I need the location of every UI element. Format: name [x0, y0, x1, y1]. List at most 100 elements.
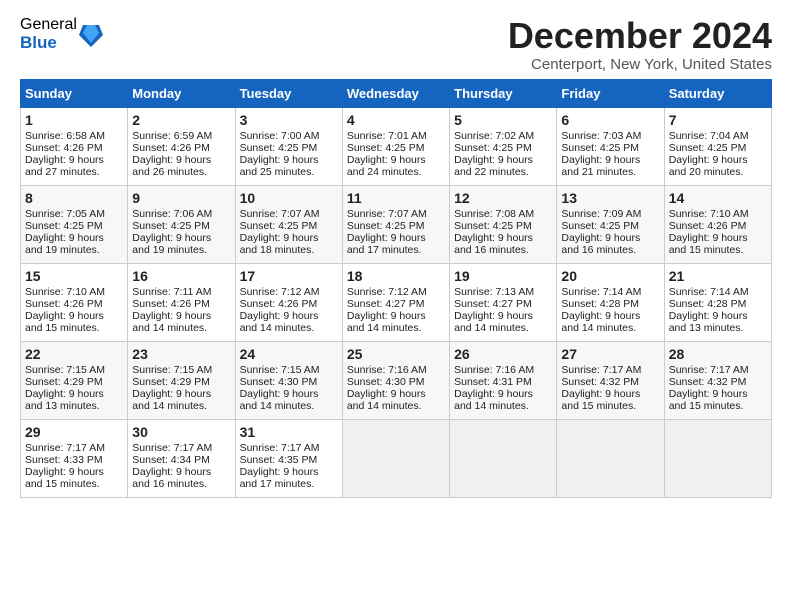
calendar-cell: 27Sunrise: 7:17 AMSunset: 4:32 PMDayligh… [557, 341, 664, 419]
day-number: 31 [240, 424, 338, 440]
header-row: General Blue December 2024 Centerport, N… [20, 16, 772, 73]
day-number: 20 [561, 268, 659, 284]
day-number: 23 [132, 346, 230, 362]
calendar-cell: 31 Sunrise: 7:17 AMSunset: 4:35 PMDayligh… [235, 419, 342, 497]
sunrise-text: Sunrise: 6:58 AM [25, 130, 105, 142]
sunset-text: Sunset: 4:29 PM [25, 376, 103, 388]
sunrise-text: Sunrise: 6:59 AM [132, 130, 212, 142]
sunset-text: Sunset: 4:30 PM [240, 376, 318, 388]
calendar-cell: 19Sunrise: 7:13 AMSunset: 4:27 PMDayligh… [450, 263, 557, 341]
sunrise-text: Sunrise: 7:04 AM [669, 130, 749, 142]
sunrise-text: Sunrise: 7:15 AM [25, 364, 105, 376]
sunset-text: Sunset: 4:25 PM [347, 220, 425, 232]
calendar-cell: 24 Sunrise: 7:15 AMSunset: 4:30 PMDayligh… [235, 341, 342, 419]
calendar-cell: 17Sunrise: 7:12 AMSunset: 4:26 PMDayligh… [235, 263, 342, 341]
sunrise-text: Sunrise: 7:16 AM [347, 364, 427, 376]
day-number: 22 [25, 346, 123, 362]
logo-blue: Blue [20, 34, 77, 53]
daylight-text: Daylight: 9 hours and 14 minutes. [240, 310, 319, 334]
sunset-text: Sunset: 4:28 PM [669, 298, 747, 310]
day-number: 13 [561, 190, 659, 206]
sunrise-text: Sunrise: 7:11 AM [132, 286, 211, 298]
daylight-text: Daylight: 9 hours and 16 minutes. [132, 466, 211, 490]
daylight-text: Daylight: 9 hours and 14 minutes. [561, 310, 640, 334]
daylight-text: Daylight: 9 hours and 21 minutes. [561, 154, 640, 178]
sunrise-text: Sunrise: 7:09 AM [561, 208, 641, 220]
sunset-text: Sunset: 4:25 PM [561, 142, 639, 154]
th-thursday: Thursday [450, 79, 557, 107]
sunset-text: Sunset: 4:35 PM [240, 454, 318, 466]
th-wednesday: Wednesday [342, 79, 449, 107]
daylight-text: Daylight: 9 hours and 14 minutes. [240, 388, 319, 412]
sunrise-text: Sunrise: 7:17 AM [669, 364, 749, 376]
day-number: 25 [347, 346, 445, 362]
sunrise-text: Sunrise: 7:03 AM [561, 130, 641, 142]
day-number: 2 [132, 112, 230, 128]
daylight-text: Daylight: 9 hours and 20 minutes. [669, 154, 748, 178]
th-monday: Monday [128, 79, 235, 107]
sunset-text: Sunset: 4:25 PM [240, 142, 318, 154]
day-number: 1 [25, 112, 123, 128]
daylight-text: Daylight: 9 hours and 19 minutes. [132, 232, 211, 256]
sunset-text: Sunset: 4:25 PM [347, 142, 425, 154]
daylight-text: Daylight: 9 hours and 15 minutes. [669, 388, 748, 412]
sunrise-text: Sunrise: 7:14 AM [561, 286, 641, 298]
day-number: 24 [240, 346, 338, 362]
calendar-cell: 9Sunrise: 7:06 AMSunset: 4:25 PMDaylight… [128, 185, 235, 263]
sunset-text: Sunset: 4:27 PM [347, 298, 425, 310]
sunset-text: Sunset: 4:26 PM [132, 298, 210, 310]
calendar-cell: 20Sunrise: 7:14 AMSunset: 4:28 PMDayligh… [557, 263, 664, 341]
calendar-cell: 10Sunrise: 7:07 AMSunset: 4:25 PMDayligh… [235, 185, 342, 263]
calendar-cell: 14Sunrise: 7:10 AMSunset: 4:26 PMDayligh… [664, 185, 771, 263]
sunset-text: Sunset: 4:32 PM [561, 376, 639, 388]
subtitle: Centerport, New York, United States [508, 56, 772, 73]
sunset-text: Sunset: 4:26 PM [240, 298, 318, 310]
daylight-text: Daylight: 9 hours and 16 minutes. [561, 232, 640, 256]
sunrise-text: Sunrise: 7:02 AM [454, 130, 534, 142]
daylight-text: Daylight: 9 hours and 15 minutes. [25, 310, 104, 334]
sunrise-text: Sunrise: 7:13 AM [454, 286, 534, 298]
calendar-cell: 23Sunrise: 7:15 AMSunset: 4:29 PMDayligh… [128, 341, 235, 419]
day-number: 6 [561, 112, 659, 128]
sunrise-text: Sunrise: 7:15 AM [132, 364, 212, 376]
daylight-text: Daylight: 9 hours and 14 minutes. [132, 388, 211, 412]
th-friday: Friday [557, 79, 664, 107]
sunrise-text: Sunrise: 7:07 AM [347, 208, 427, 220]
daylight-text: Daylight: 9 hours and 13 minutes. [669, 310, 748, 334]
day-number: 17 [240, 268, 338, 284]
daylight-text: Daylight: 9 hours and 14 minutes. [132, 310, 211, 334]
daylight-text: Daylight: 9 hours and 17 minutes. [240, 466, 319, 490]
day-number: 10 [240, 190, 338, 206]
sunrise-text: Sunrise: 7:17 AM [240, 442, 320, 454]
sunrise-text: Sunrise: 7:17 AM [25, 442, 105, 454]
calendar-cell [557, 419, 664, 497]
calendar-cell: 7Sunrise: 7:04 AMSunset: 4:25 PMDaylight… [664, 107, 771, 185]
calendar-cell: 28Sunrise: 7:17 AMSunset: 4:32 PMDayligh… [664, 341, 771, 419]
sunset-text: Sunset: 4:25 PM [132, 220, 210, 232]
daylight-text: Daylight: 9 hours and 14 minutes. [454, 310, 533, 334]
daylight-text: Daylight: 9 hours and 24 minutes. [347, 154, 426, 178]
sunrise-text: Sunrise: 7:10 AM [25, 286, 105, 298]
calendar-cell [450, 419, 557, 497]
day-number: 5 [454, 112, 552, 128]
daylight-text: Daylight: 9 hours and 25 minutes. [240, 154, 319, 178]
day-number: 7 [669, 112, 767, 128]
daylight-text: Daylight: 9 hours and 18 minutes. [240, 232, 319, 256]
daylight-text: Daylight: 9 hours and 14 minutes. [454, 388, 533, 412]
logo: General Blue [20, 16, 103, 52]
sunrise-text: Sunrise: 7:00 AM [240, 130, 320, 142]
day-number: 12 [454, 190, 552, 206]
calendar-cell: 3Sunrise: 7:00 AMSunset: 4:25 PMDaylight… [235, 107, 342, 185]
daylight-text: Daylight: 9 hours and 19 minutes. [25, 232, 104, 256]
calendar-cell: 18Sunrise: 7:12 AMSunset: 4:27 PMDayligh… [342, 263, 449, 341]
calendar-cell: 1Sunrise: 6:58 AMSunset: 4:26 PMDaylight… [21, 107, 128, 185]
sunset-text: Sunset: 4:32 PM [669, 376, 747, 388]
daylight-text: Daylight: 9 hours and 14 minutes. [347, 310, 426, 334]
day-number: 9 [132, 190, 230, 206]
day-number: 18 [347, 268, 445, 284]
calendar-cell: 11Sunrise: 7:07 AMSunset: 4:25 PMDayligh… [342, 185, 449, 263]
sunset-text: Sunset: 4:26 PM [25, 142, 103, 154]
logo-icon [79, 19, 103, 49]
daylight-text: Daylight: 9 hours and 14 minutes. [347, 388, 426, 412]
sunrise-text: Sunrise: 7:15 AM [240, 364, 320, 376]
